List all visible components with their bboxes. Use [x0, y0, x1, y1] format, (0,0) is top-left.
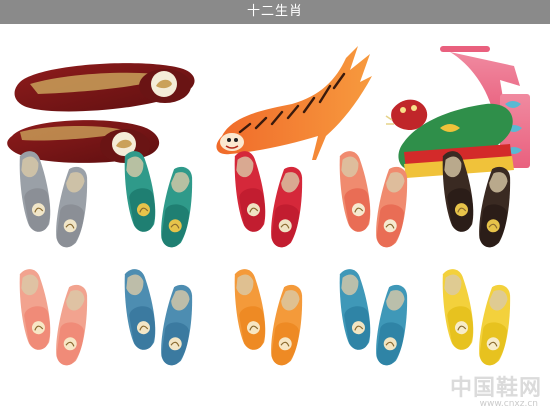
page-title: 十二生肖: [246, 4, 303, 19]
zodiac-slipper-pair: [124, 269, 193, 366]
zodiac-slipper-pair: [19, 151, 88, 248]
zodiac-slipper-pair: [339, 151, 408, 248]
zodiac-slipper-pair: [234, 269, 303, 366]
zodiac-slipper-grid: [19, 151, 511, 366]
zodiac-slipper-pair: [234, 151, 303, 248]
red-velvet-slipper-top: [14, 63, 195, 112]
watermark: 中国鞋网 www.cnxz.cn: [450, 370, 542, 409]
tiger-pump: [216, 46, 372, 160]
watermark-url: www.cnxz.cn: [479, 399, 538, 409]
watermark-name: 中国鞋网: [449, 376, 542, 401]
zodiac-shoe-collection-image: [7, 46, 530, 366]
zodiac-slipper-pair: [442, 269, 511, 366]
zodiac-slipper-pair: [19, 269, 88, 366]
zodiac-slipper-pair: [339, 269, 408, 366]
title-bar: 十二生肖: [0, 0, 550, 24]
zodiac-slipper-pair: [124, 151, 193, 248]
